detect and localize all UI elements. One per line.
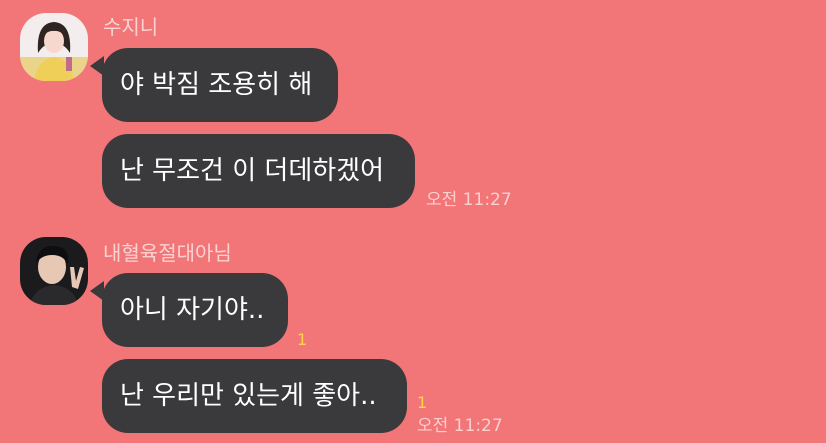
sender-name: 수지니 <box>103 15 159 39</box>
avatar-naehyeol[interactable] <box>20 237 88 305</box>
message-bubble[interactable]: 난 무조건 이 더데하겠어 <box>102 134 415 208</box>
profile-photo-boy-icon <box>20 237 88 305</box>
message-bubble[interactable]: 야 박짐 조용히 해 <box>102 48 338 122</box>
sender-name: 내혈육절대아님 <box>103 241 232 265</box>
message-bubble[interactable]: 아니 자기야.. <box>102 273 288 347</box>
message-bubble[interactable]: 난 우리만 있는게 좋아.. <box>102 359 407 433</box>
message-timestamp: 오전 11:27 <box>426 190 512 210</box>
message-timestamp: 오전 11:27 <box>417 416 503 436</box>
profile-photo-girl-icon <box>20 13 88 81</box>
unread-count: 1 <box>297 330 308 349</box>
avatar-sujini[interactable] <box>20 13 88 81</box>
unread-count: 1 <box>417 393 428 412</box>
